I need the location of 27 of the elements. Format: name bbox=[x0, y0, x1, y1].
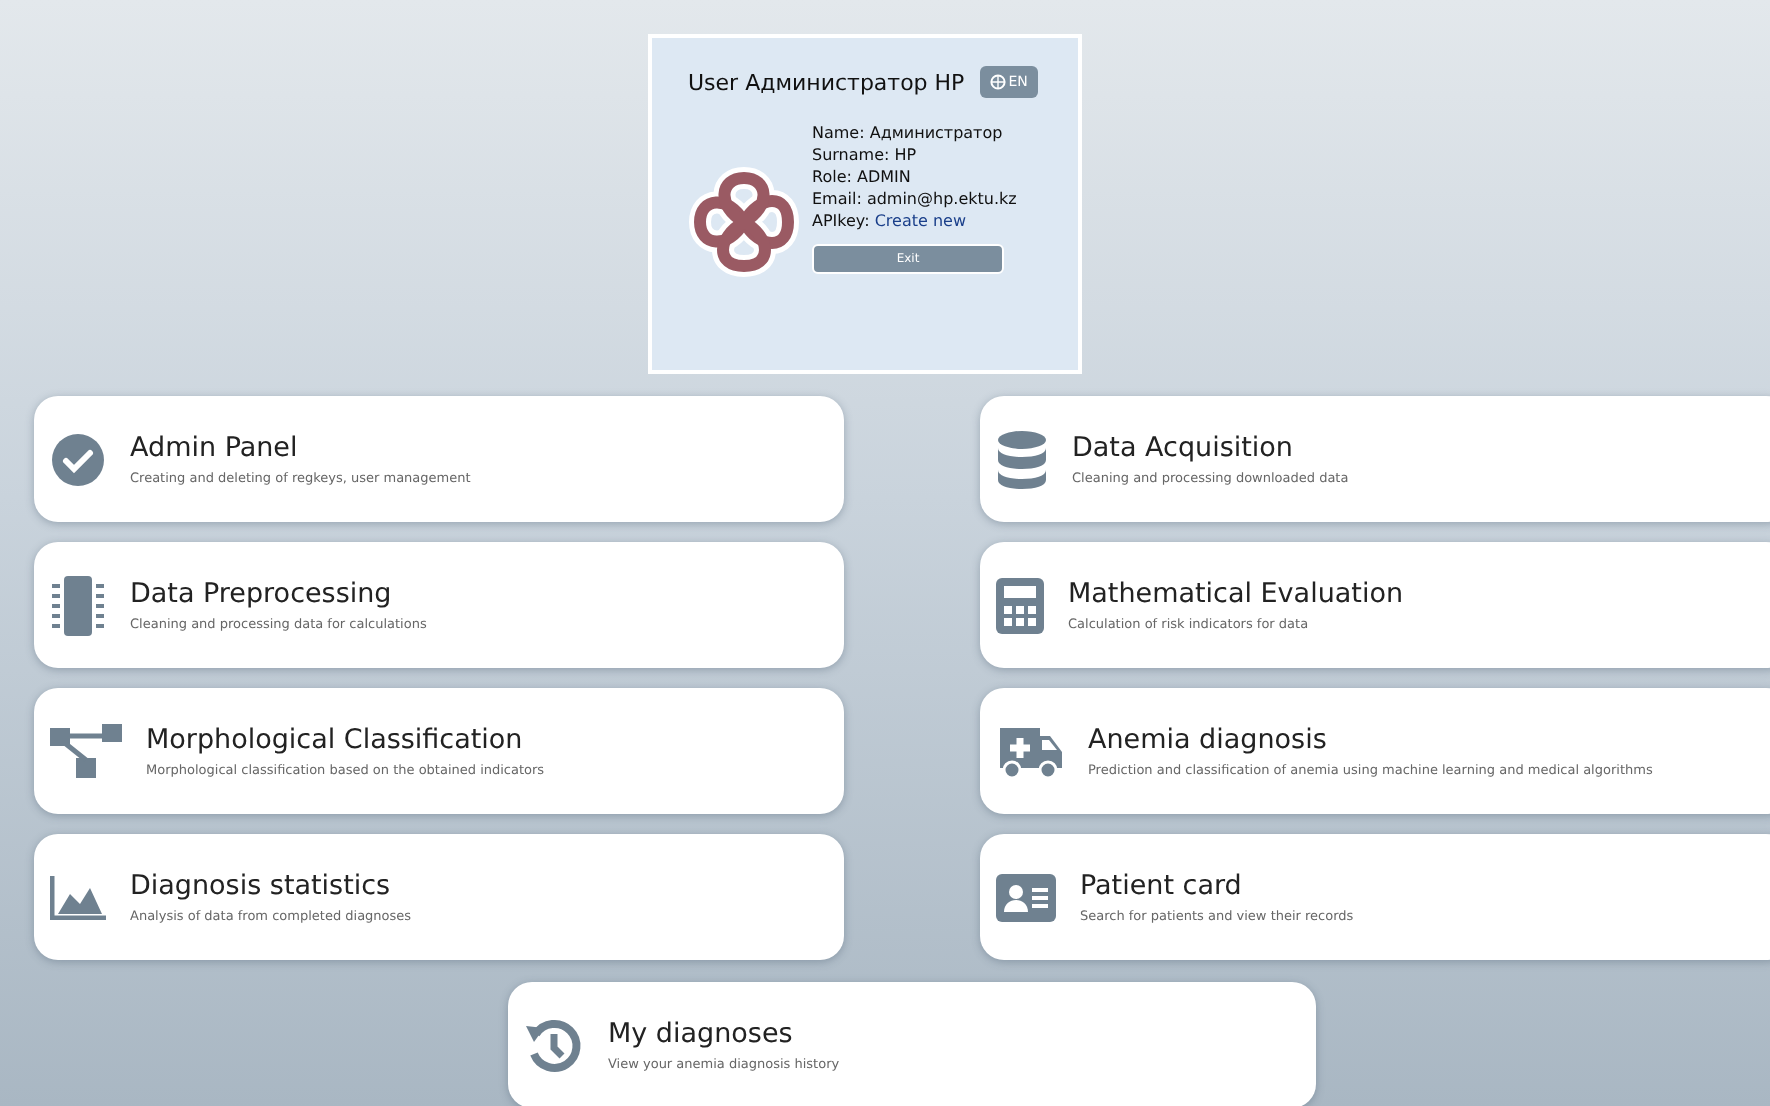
module-title: Morphological Classification bbox=[146, 724, 525, 756]
history-icon bbox=[524, 1015, 584, 1075]
user-field: Name: Администратор bbox=[812, 122, 1017, 144]
module-title: Anemia diagnosis bbox=[1088, 724, 1329, 756]
check-circle-icon bbox=[50, 431, 106, 487]
user-field: Email: admin@hp.ektu.kz bbox=[812, 188, 1017, 210]
database-icon bbox=[996, 429, 1048, 489]
id-card-icon bbox=[996, 873, 1056, 921]
ambulance-icon bbox=[996, 723, 1064, 779]
user-title: User Администратор HP bbox=[688, 69, 965, 95]
module-title: Data Preprocessing bbox=[130, 578, 394, 610]
logo-icon bbox=[688, 166, 800, 278]
module-title: Patient card bbox=[1080, 870, 1244, 902]
create-api-key-link[interactable]: Create new bbox=[874, 212, 966, 230]
user-field: Role: ADMIN bbox=[812, 166, 1017, 188]
module-title: Admin Panel bbox=[130, 432, 300, 464]
user-field: Surname: HP bbox=[812, 144, 1017, 166]
hierarchy-icon bbox=[50, 723, 122, 779]
area-chart-icon bbox=[50, 875, 106, 919]
module-title: Data Acquisition bbox=[1072, 432, 1295, 464]
calculator-icon bbox=[996, 577, 1044, 633]
globe-icon bbox=[990, 74, 1007, 90]
field-label: APIkey: bbox=[812, 212, 870, 230]
module-title: My diagnoses bbox=[608, 1018, 795, 1050]
module-title: Mathematical Evaluation bbox=[1068, 578, 1404, 610]
chip-icon bbox=[50, 573, 106, 637]
module-title: Diagnosis statistics bbox=[130, 870, 393, 902]
